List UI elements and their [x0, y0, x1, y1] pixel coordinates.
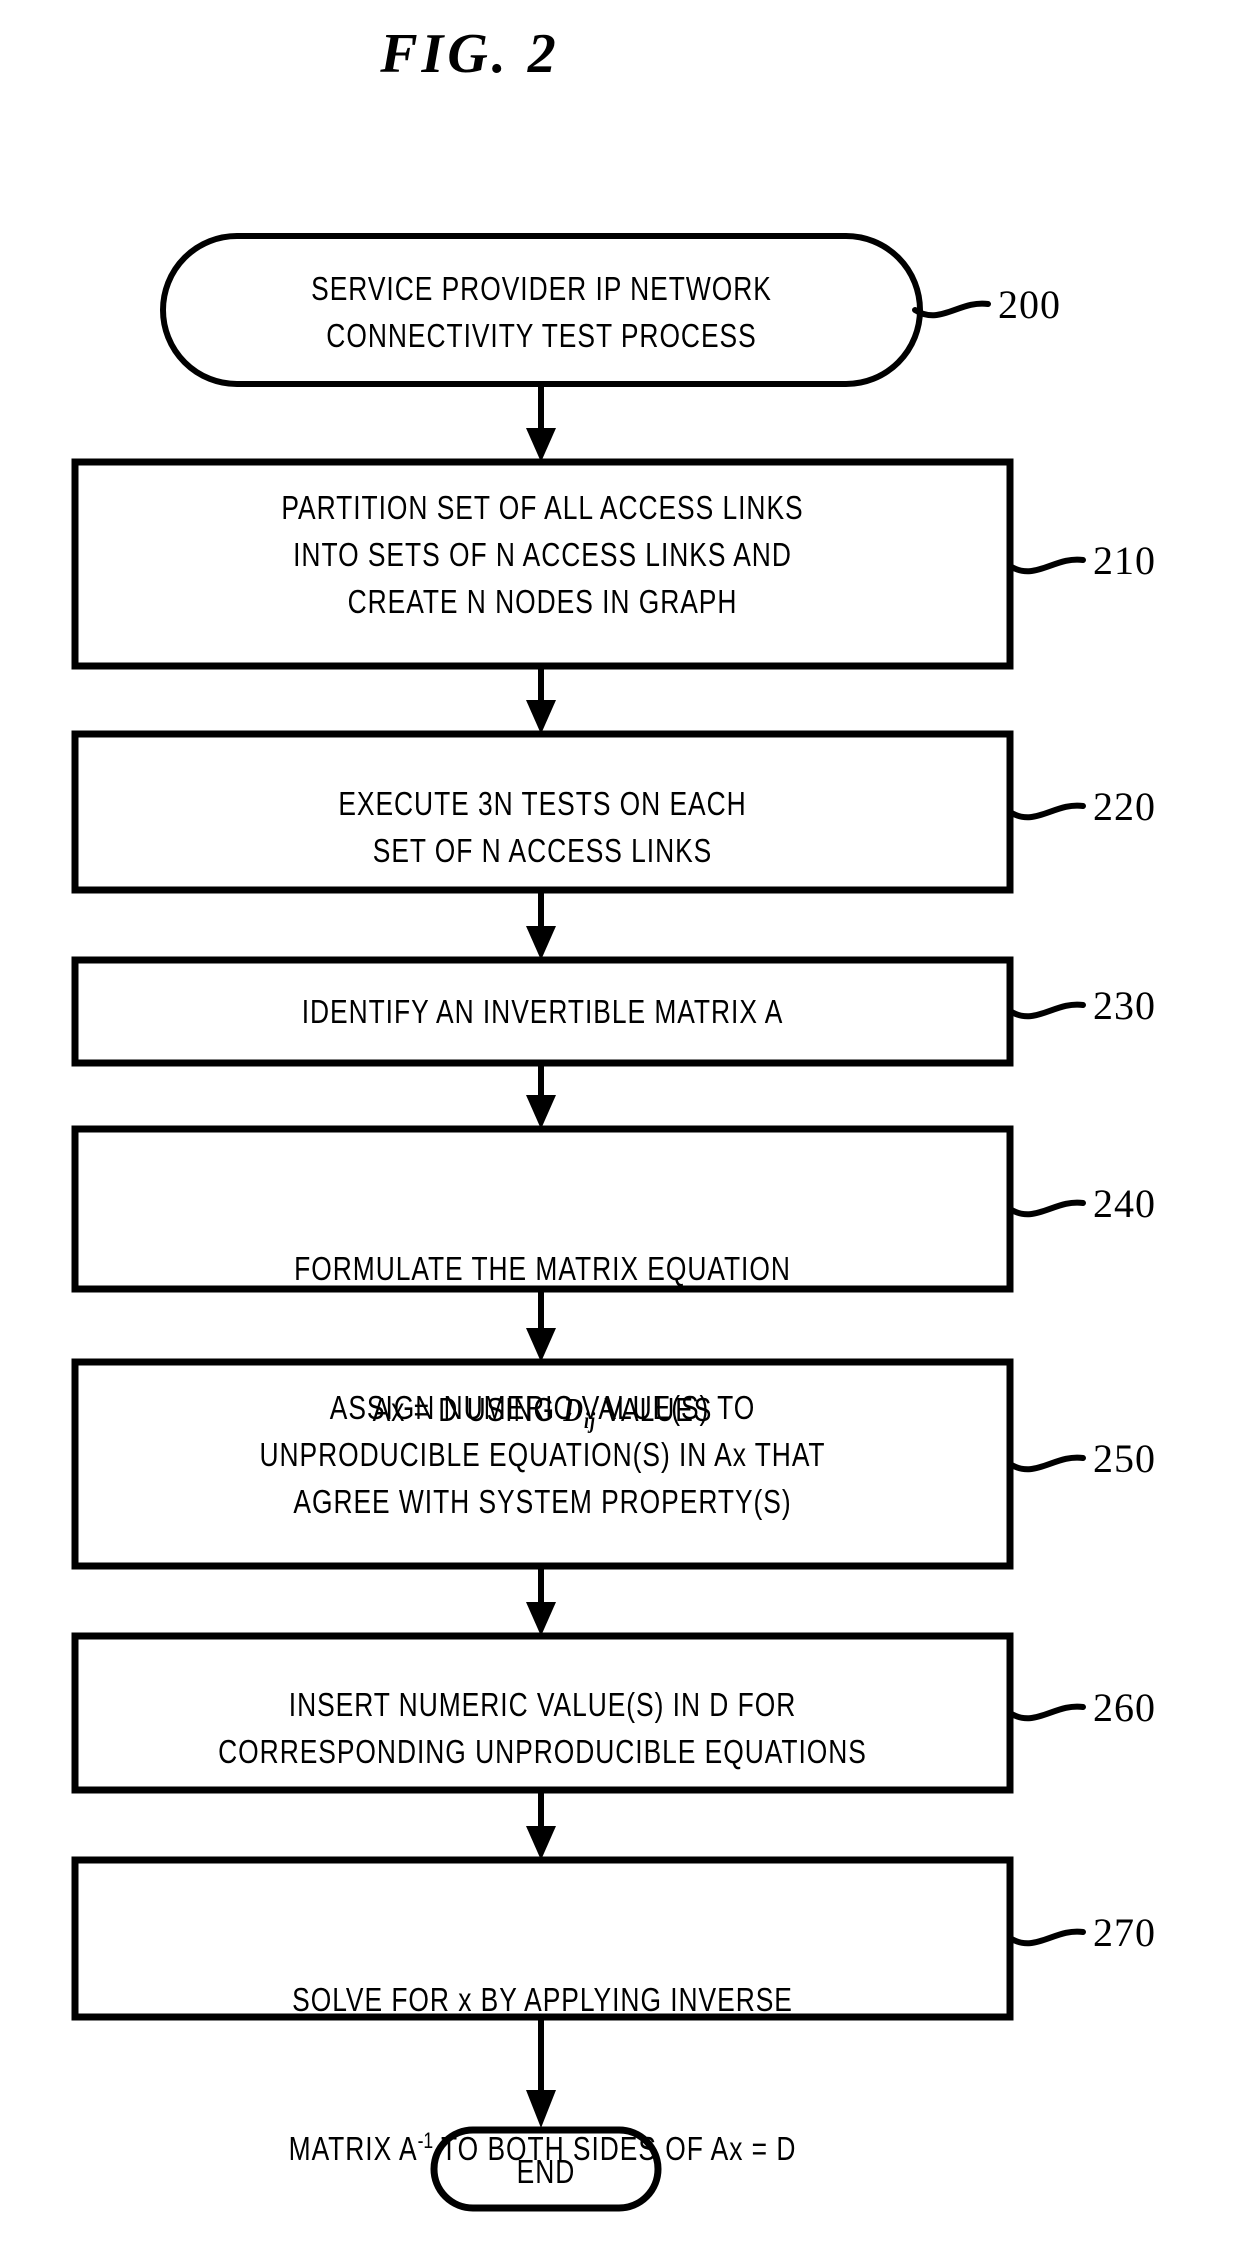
reference-numeral-250: 250 [1093, 1436, 1156, 1481]
leader-line-260 [1007, 1703, 1086, 1722]
step-240-label-line1: FORMULATE THE MATRIX EQUATION [294, 1250, 791, 1287]
connector-260-to-270 [526, 1790, 556, 1860]
connector-250-to-260 [526, 1566, 556, 1636]
step-260-label: INSERT NUMERIC VALUE(S) IN D FOR CORRESP… [218, 1686, 867, 1770]
connector-230-to-240 [526, 1063, 556, 1129]
reference-numeral-260: 260 [1093, 1685, 1156, 1730]
reference-numeral-270: 270 [1093, 1910, 1156, 1955]
reference-numeral-240: 240 [1093, 1181, 1156, 1226]
step-220-label: EXECUTE 3N TESTS ON EACH SET OF N ACCESS… [338, 785, 747, 869]
leader-line-250 [1007, 1454, 1086, 1473]
reference-numeral-200: 200 [998, 282, 1061, 327]
step-270-line2-superscript: -1 [417, 2128, 434, 2153]
reference-numeral-230: 230 [1093, 983, 1156, 1028]
leader-line-230 [1007, 1001, 1086, 1020]
leader-line-220 [1007, 802, 1086, 821]
leader-line-270 [1007, 1928, 1086, 1947]
connector-220-to-230 [526, 890, 556, 960]
step-210-label: PARTITION SET OF ALL ACCESS LINKS INTO S… [281, 489, 804, 620]
step-230-label: IDENTIFY AN INVERTIBLE MATRIX A [301, 993, 784, 1030]
reference-numeral-220: 220 [1093, 784, 1156, 829]
reference-numeral-210: 210 [1093, 538, 1156, 583]
connector-start-to-210 [526, 384, 556, 462]
leader-line-240 [1007, 1199, 1086, 1218]
leader-line-210 [1007, 556, 1086, 575]
step-250-label: ASSIGN NUMERIC VALUE(S) TO UNPRODUCIBLE … [259, 1389, 826, 1520]
start-node-label: SERVICE PROVIDER IP NETWORK CONNECTIVITY… [311, 270, 772, 354]
connector-210-to-220 [526, 666, 556, 734]
step-270-line2-prefix: MATRIX A [288, 2130, 418, 2168]
leader-line-200 [912, 300, 991, 319]
step-270-label-line1: SOLVE FOR x BY APPLYING INVERSE [292, 1981, 793, 2018]
end-node-label: END [516, 2153, 576, 2190]
